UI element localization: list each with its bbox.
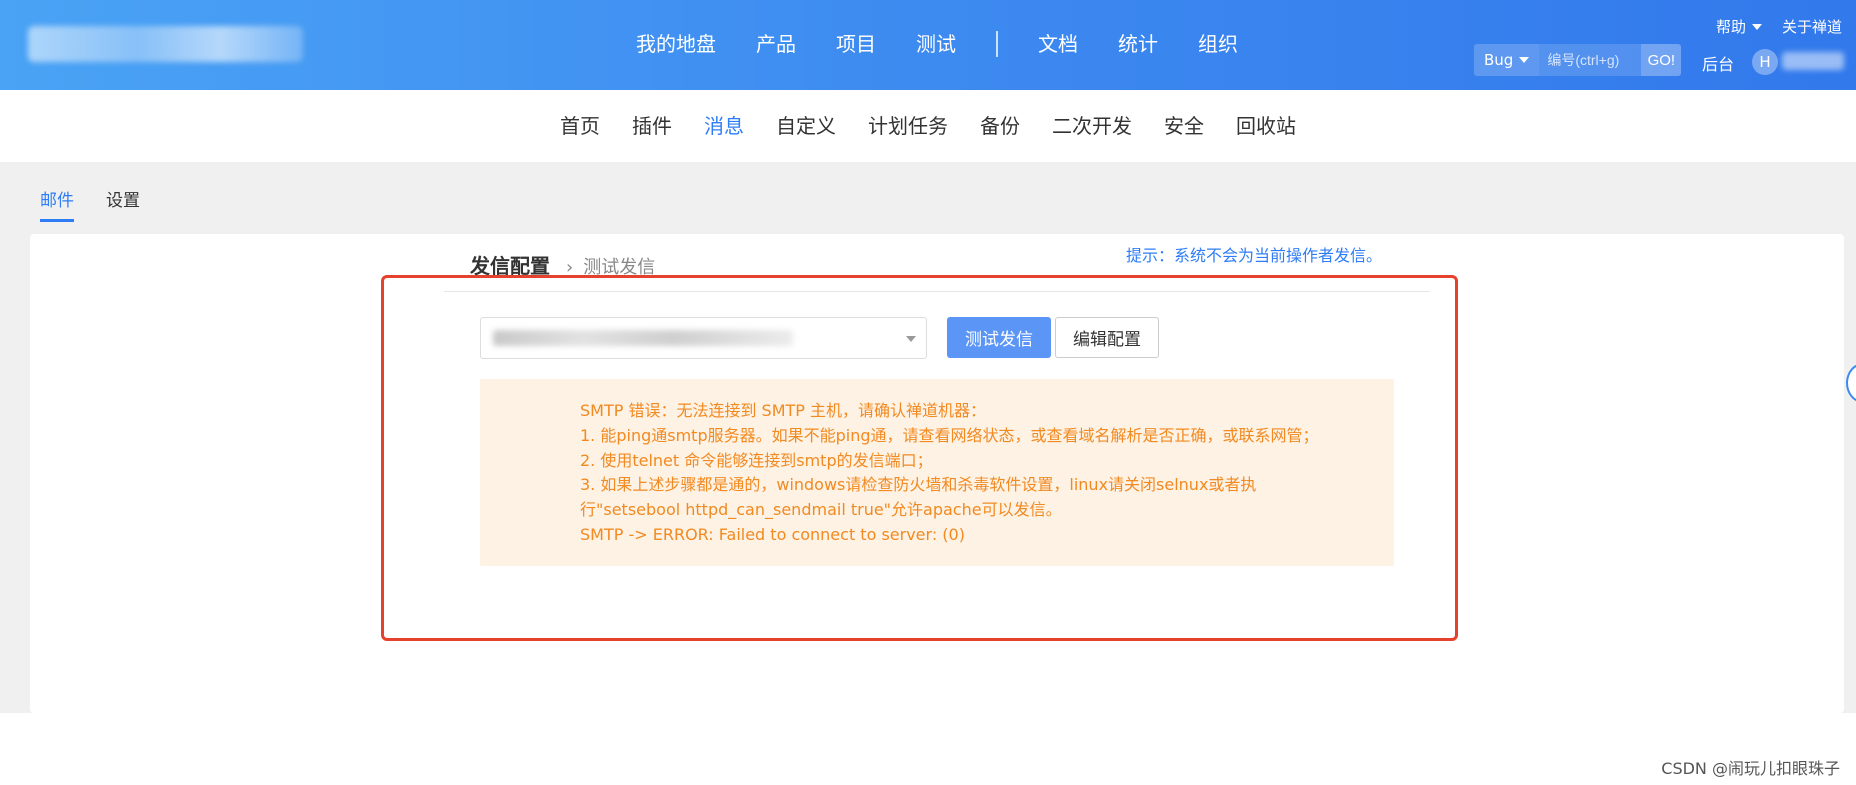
avatar[interactable]: H <box>1752 49 1778 75</box>
subnav-item-plugins[interactable]: 插件 <box>632 112 672 140</box>
search-go-button[interactable]: GO! <box>1641 44 1682 76</box>
quick-search: Bug GO! <box>1474 44 1682 76</box>
subnav-item-backup[interactable]: 备份 <box>980 112 1020 140</box>
chevron-down-icon <box>1519 57 1530 63</box>
tab-mail[interactable]: 邮件 <box>40 186 74 222</box>
tab-settings[interactable]: 设置 <box>106 186 140 222</box>
subnav-item-custom[interactable]: 自定义 <box>776 112 836 140</box>
admin-link[interactable]: 后台 <box>1702 51 1734 75</box>
subnav-item-cron[interactable]: 计划任务 <box>868 112 948 140</box>
search-type-select[interactable]: Bug <box>1474 44 1540 76</box>
top-header: 我的地盘 产品 项目 测试 文档 统计 组织 帮助 关于禅道 Bug GO! 后… <box>0 0 1856 90</box>
nav-item-docs[interactable]: 文档 <box>1038 30 1078 58</box>
tip-text: 提示：系统不会为当前操作者发信。 <box>1126 246 1383 265</box>
highlight-annotation-box <box>381 275 1458 641</box>
username-blurred[interactable] <box>1782 52 1844 70</box>
subnav-item-security[interactable]: 安全 <box>1164 112 1204 140</box>
search-input[interactable] <box>1539 44 1642 76</box>
search-type-label: Bug <box>1484 51 1514 69</box>
main-nav: 我的地盘 产品 项目 测试 文档 统计 组织 <box>636 30 1278 58</box>
chevron-down-icon <box>1751 23 1762 30</box>
subnav-item-trash[interactable]: 回收站 <box>1236 112 1296 140</box>
subnav-item-messages[interactable]: 消息 <box>704 112 744 140</box>
admin-subnav: 首页 插件 消息 自定义 计划任务 备份 二次开发 安全 回收站 <box>0 90 1856 162</box>
nav-item-stats[interactable]: 统计 <box>1118 30 1158 58</box>
nav-item-test[interactable]: 测试 <box>916 30 956 58</box>
nav-divider <box>996 31 998 57</box>
about-link[interactable]: 关于禅道 <box>1782 16 1842 37</box>
mail-tabs: 邮件 设置 <box>40 186 172 222</box>
nav-item-org[interactable]: 组织 <box>1198 30 1238 58</box>
subnav-item-home[interactable]: 首页 <box>560 112 600 140</box>
watermark-text: CSDN @闹玩儿扣眼珠子 <box>1661 759 1840 778</box>
nav-item-my-workspace[interactable]: 我的地盘 <box>636 30 716 58</box>
header-helpers: 帮助 关于禅道 <box>1716 16 1842 37</box>
nav-item-project[interactable]: 项目 <box>836 30 876 58</box>
subnav-item-dev[interactable]: 二次开发 <box>1052 112 1132 140</box>
nav-item-product[interactable]: 产品 <box>756 30 796 58</box>
help-menu[interactable]: 帮助 <box>1716 16 1762 37</box>
help-label: 帮助 <box>1715 18 1746 36</box>
brand-logo-blurred[interactable] <box>28 26 303 62</box>
